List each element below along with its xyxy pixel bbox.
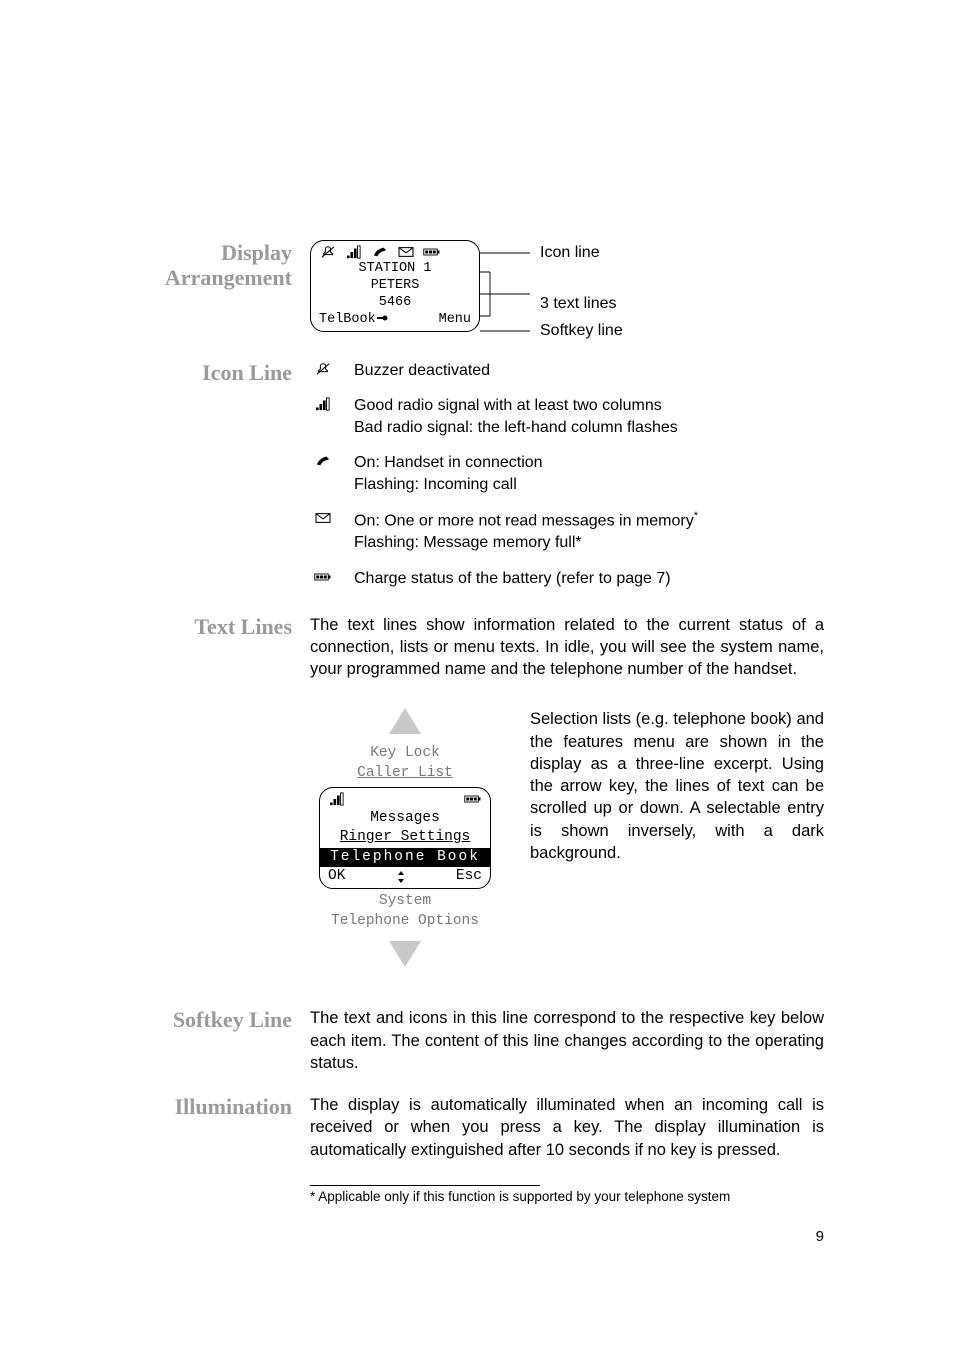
footnote: * Applicable only if this function is su… [310, 1188, 824, 1206]
scroll-hidden-above-1: Key Lock [370, 744, 440, 764]
signal-icon [345, 245, 363, 259]
battery-icon [314, 570, 332, 584]
signal-icon [314, 397, 332, 411]
lcd-idle-screen: STATION 1 PETERS 5466 TelBook Menu [310, 240, 480, 332]
desc-signal-2: Bad radio signal: the left-hand column f… [354, 417, 824, 439]
message-icon [314, 511, 332, 525]
buzzer-off-icon [314, 362, 332, 376]
menu-soft-right: Esc [456, 867, 482, 887]
desc-hook-2: Flashing: Incoming call [354, 474, 824, 496]
heading-display-arrangement: Display Arrangement [110, 240, 292, 291]
para-text-lines: The text lines show information related … [310, 614, 824, 681]
arrow-up-down-icon [394, 870, 408, 884]
para-illumination: The display is automatically illuminated… [310, 1094, 824, 1161]
scroll-down-arrow [389, 941, 421, 967]
hook-icon [371, 245, 389, 259]
page-number: 9 [110, 1228, 824, 1245]
buzzer-off-icon [319, 245, 337, 259]
desc-msg-1: On: One or more not read messages in mem… [354, 509, 824, 532]
scroll-up-arrow [389, 708, 421, 734]
callout-text-lines: 3 text lines [540, 293, 616, 315]
lcd-menu-screen: Messages Ringer Settings Telephone Book … [319, 787, 491, 890]
heading-icon-line: Icon Line [110, 360, 292, 385]
menu-row-2: Ringer Settings [324, 828, 486, 848]
lcd-text-2: PETERS [315, 278, 475, 295]
menu-soft-left: OK [328, 867, 345, 887]
lcd-softkey-right: Menu [439, 312, 471, 329]
battery-icon [464, 792, 482, 806]
menu-row-1: Messages [324, 809, 486, 829]
lcd-text-1: STATION 1 [315, 261, 475, 278]
message-icon [397, 245, 415, 259]
desc-buzzer: Buzzer deactivated [354, 360, 824, 382]
desc-signal-1: Good radio signal with at least two colu… [354, 395, 824, 417]
desc-battery: Charge status of the battery (refer to p… [354, 568, 824, 590]
callout-icon-line: Icon line [540, 242, 600, 264]
desc-msg-2: Flashing: Message memory full* [354, 532, 824, 554]
lcd-softkey-left: TelBook [319, 312, 388, 329]
para-softkey: The text and icons in this line correspo… [310, 1007, 824, 1074]
menu-row-3-selected: Telephone Book [320, 848, 490, 868]
scroll-hidden-below-1: System [379, 892, 431, 912]
scroll-hidden-above-2: Caller List [357, 764, 453, 784]
scroll-hidden-below-2: Telephone Options [331, 912, 479, 932]
signal-icon [328, 792, 346, 806]
heading-text-lines: Text Lines [110, 614, 292, 639]
battery-icon [423, 245, 441, 259]
para-scroll-list: Selection lists (e.g. telephone book) an… [530, 708, 824, 967]
heading-illumination: Illumination [110, 1094, 292, 1119]
footnote-rule [310, 1185, 540, 1186]
lcd-text-3: 5466 [315, 295, 475, 312]
heading-softkey-line: Softkey Line [110, 1007, 292, 1032]
callout-softkey-line: Softkey line [540, 320, 623, 342]
hook-icon [314, 454, 332, 468]
desc-hook-1: On: Handset in connection [354, 452, 824, 474]
